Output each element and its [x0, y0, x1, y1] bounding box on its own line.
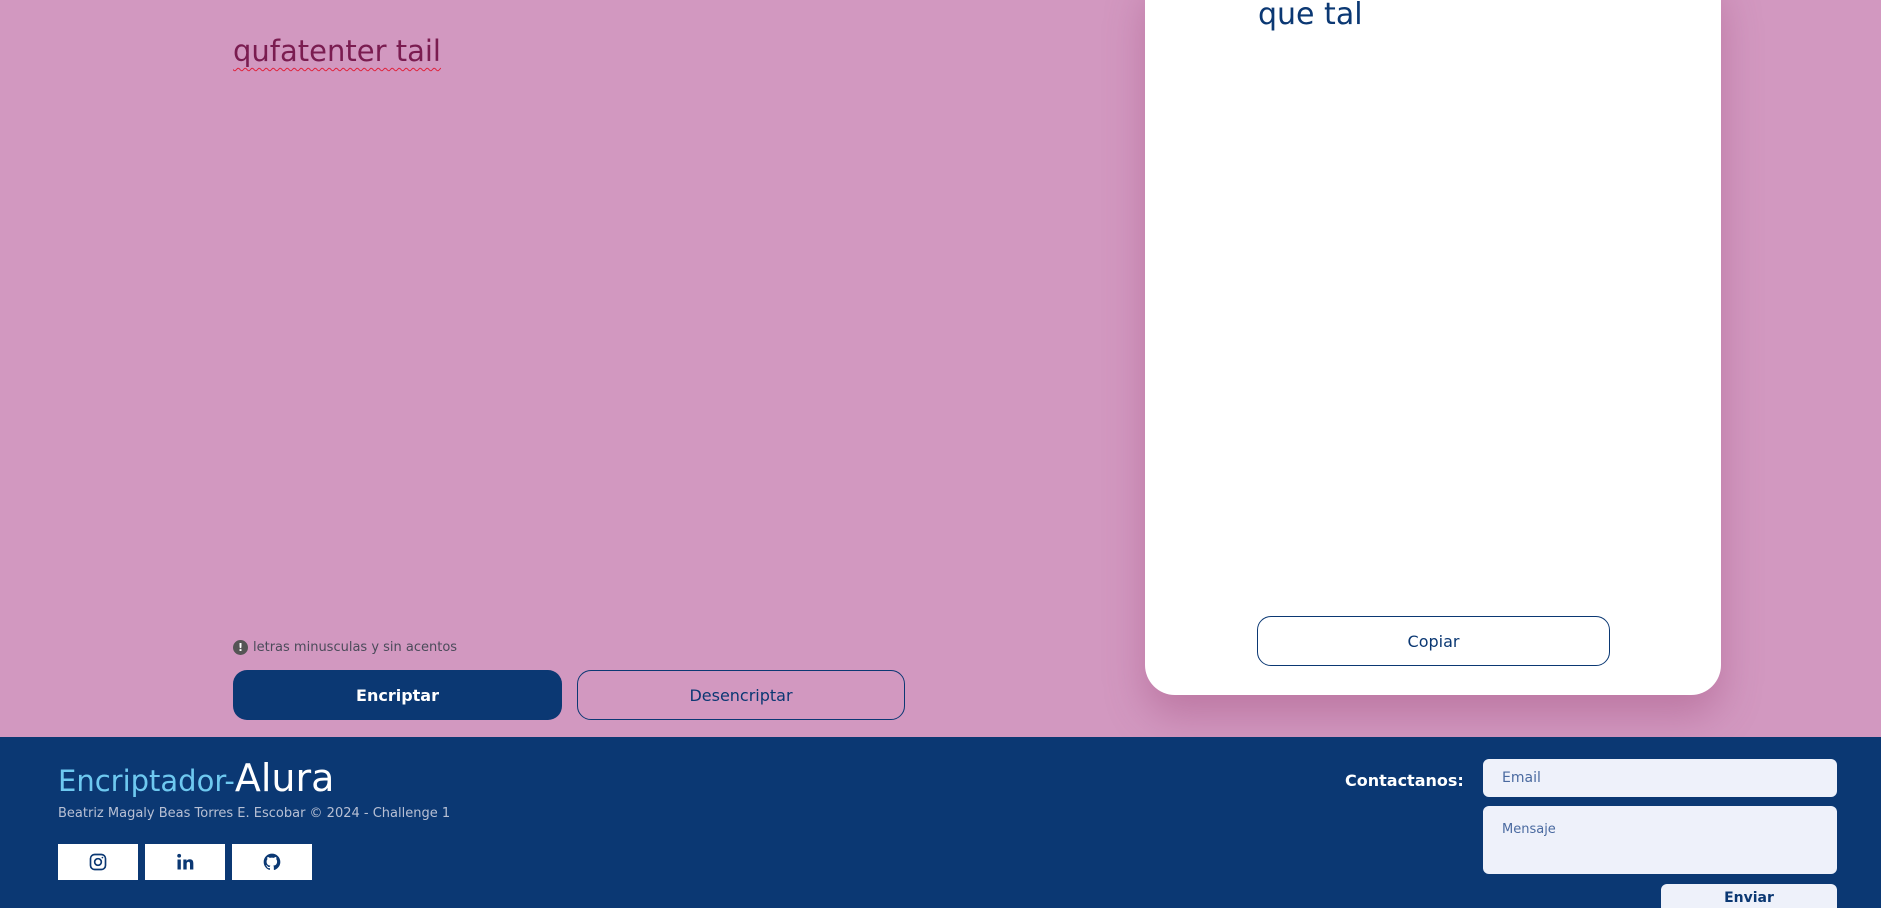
instagram-link[interactable]	[58, 844, 138, 880]
social-links	[58, 844, 312, 880]
hint: ! letras minusculas y sin acentos	[233, 640, 457, 655]
credits-text: Beatriz Magaly Beas Torres E. Escobar © …	[58, 806, 451, 821]
encrypt-button[interactable]: Encriptar	[233, 670, 562, 720]
brand-logo: Encriptador- Alura	[58, 756, 334, 800]
send-button[interactable]: Enviar	[1661, 884, 1837, 908]
github-link[interactable]	[232, 844, 312, 880]
linkedin-icon	[177, 853, 194, 870]
contact-label: Contactanos:	[1345, 771, 1464, 790]
output-card: que tal Copiar	[1145, 0, 1721, 695]
message-field[interactable]	[1483, 806, 1837, 874]
input-text-area[interactable]: qufatenter tail	[233, 34, 441, 68]
exclamation-icon: !	[233, 640, 248, 655]
hint-text: letras minusculas y sin acentos	[253, 640, 458, 655]
decrypt-button[interactable]: Desencriptar	[577, 670, 905, 720]
main-section: qufatenter tail ! letras minusculas y si…	[0, 0, 1881, 737]
brand-name: Alura	[234, 756, 335, 800]
brand-prefix: Encriptador-	[58, 764, 235, 798]
footer: Encriptador- Alura Beatriz Magaly Beas T…	[0, 737, 1881, 908]
email-field[interactable]	[1483, 759, 1837, 797]
output-text: que tal	[1258, 0, 1363, 32]
copy-button[interactable]: Copiar	[1257, 616, 1610, 666]
github-icon	[263, 853, 281, 871]
linkedin-link[interactable]	[145, 844, 225, 880]
instagram-icon	[89, 853, 107, 871]
